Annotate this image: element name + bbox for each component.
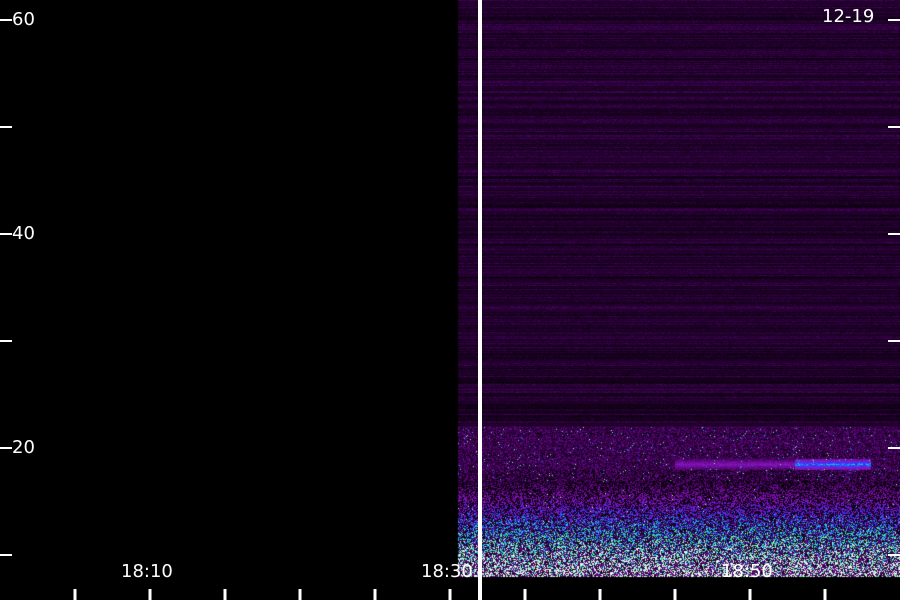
x-tick-label: 18:30 [421, 561, 473, 582]
x-tick-label: 18:50 [721, 561, 773, 582]
date-label: 12-19 [822, 6, 875, 27]
axes-overlay [0, 0, 900, 600]
x-tick-label: 18:10 [121, 561, 173, 582]
y-tick-label: 40 [12, 223, 35, 244]
spectrogram-chart: 12-19 20 40 60 18:10 18:30 18:50 [0, 0, 900, 600]
y-tick-label: 60 [12, 9, 35, 30]
y-tick-label: 20 [12, 437, 35, 458]
